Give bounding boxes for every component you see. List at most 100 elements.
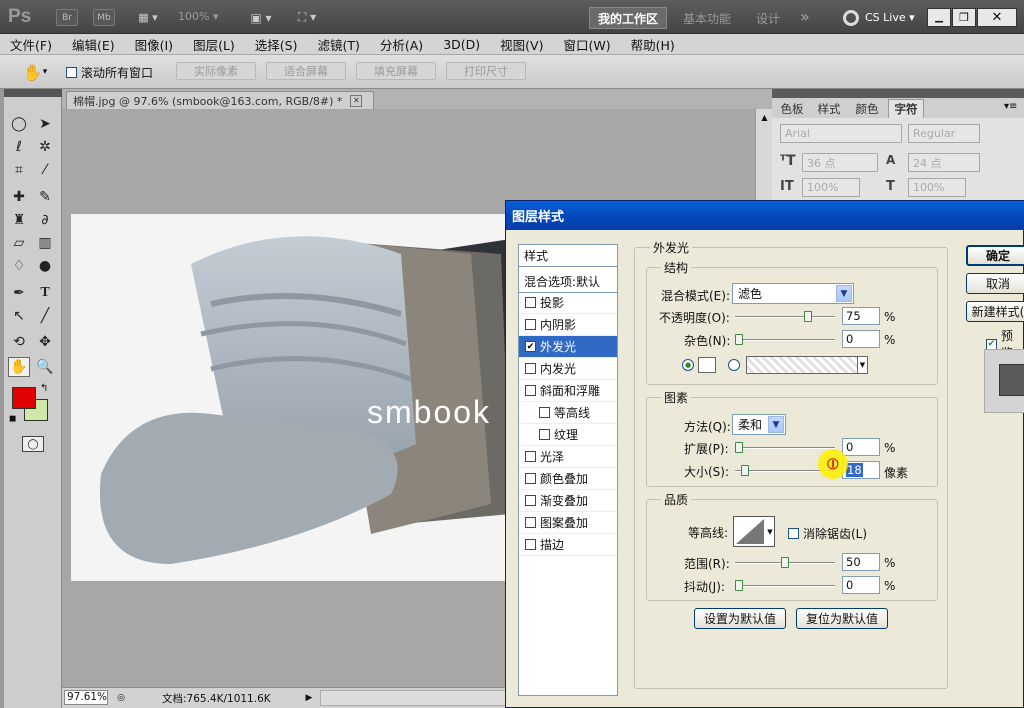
leading-field[interactable]: 24 点 (908, 153, 980, 172)
crop-tool-icon[interactable]: ⌗ (8, 160, 30, 180)
scroll-up-arrow-icon[interactable]: ▲ (756, 109, 773, 126)
blur-tool-icon[interactable]: ♢ (8, 256, 30, 276)
style-item-color-overlay[interactable]: 颜色叠加 (519, 468, 617, 490)
pen-tool-icon[interactable]: ✒ (8, 283, 30, 303)
menu-analysis[interactable]: 分析(A) (370, 35, 433, 54)
menu-image[interactable]: 图像(I) (125, 35, 183, 54)
jitter-slider[interactable] (735, 580, 835, 591)
launch-bridge-button[interactable]: Br (56, 9, 78, 26)
3d-rotate-icon[interactable]: ⟲ (8, 332, 30, 352)
zoom-tool-icon[interactable]: 🔍 (34, 357, 56, 377)
anti-aliased-box[interactable] (788, 528, 799, 539)
document-tab[interactable]: 棉帽.jpg @ 97.6% (smbook@163.com, RGB/8#) … (66, 91, 374, 109)
close-document-icon[interactable]: ✕ (350, 94, 363, 107)
bevel-emboss-checkbox[interactable] (525, 385, 536, 396)
contour-dropdown-icon[interactable]: ▼ (766, 517, 774, 546)
tab-swatches[interactable]: 色板 (776, 99, 808, 118)
fill-screen-button[interactable]: 填充屏幕 (356, 62, 436, 80)
tab-character[interactable]: 字符 (888, 99, 924, 118)
jitter-slider-thumb[interactable] (735, 580, 743, 591)
style-item-satin[interactable]: 光泽 (519, 446, 617, 468)
range-slider-thumb[interactable] (781, 557, 789, 568)
scroll-all-windows-checkbox[interactable]: 滚动所有窗口 (66, 64, 153, 81)
new-style-button[interactable]: 新建样式( (966, 301, 1024, 322)
cslive-button[interactable]: CS Live ▾ (865, 11, 915, 24)
noise-slider[interactable] (735, 334, 835, 345)
menu-edit[interactable]: 编辑(E) (62, 35, 125, 54)
style-item-inner-shadow[interactable]: 内阴影 (519, 314, 617, 336)
font-style-field[interactable]: Regular (908, 124, 980, 143)
texture-checkbox[interactable] (539, 429, 550, 440)
font-family-field[interactable]: Arial (780, 124, 902, 143)
color-overlay-checkbox[interactable] (525, 473, 536, 484)
gradient-dropdown-icon[interactable]: ▼ (857, 357, 867, 373)
vertical-scale-field[interactable]: 100% (802, 178, 860, 197)
menu-window[interactable]: 窗口(W) (553, 35, 620, 54)
marquee-tool-icon[interactable]: ◯ (8, 114, 30, 134)
line-tool-icon[interactable]: ╱ (34, 306, 56, 326)
technique-select[interactable]: 柔和 ▼ (732, 414, 786, 435)
view-extras-icon[interactable]: ▦ ▾ (131, 9, 165, 26)
menu-filter[interactable]: 滤镜(T) (307, 35, 369, 54)
quick-mask-icon[interactable]: ◯ (22, 436, 44, 452)
style-item-outer-glow[interactable]: ✔ 外发光 (519, 336, 617, 358)
anti-aliased-checkbox[interactable]: 消除锯齿(L) (788, 525, 867, 542)
horizontal-scale-field[interactable]: 100% (908, 178, 966, 197)
status-preview-icon[interactable]: ◎ (114, 690, 128, 705)
eraser-tool-icon[interactable]: ▱ (8, 233, 30, 253)
gradient-tool-icon[interactable]: ▥ (34, 233, 56, 253)
swap-colors-icon[interactable]: ↰ (40, 383, 48, 394)
workspace-my-workspace-button[interactable]: 我的工作区 (589, 7, 667, 29)
clone-stamp-icon[interactable]: ♜ (8, 210, 30, 230)
menu-help[interactable]: 帮助(H) (621, 35, 685, 54)
menu-select[interactable]: 选择(S) (245, 35, 308, 54)
horizontal-scrollbar[interactable] (320, 690, 510, 706)
noise-field[interactable]: 0 (842, 330, 880, 348)
inner-shadow-checkbox[interactable] (525, 319, 536, 330)
dodge-tool-icon[interactable]: ● (34, 256, 56, 276)
outer-glow-checkbox[interactable]: ✔ (525, 341, 536, 352)
make-default-button[interactable]: 设置为默认值 (694, 608, 786, 629)
arrange-documents-icon[interactable]: ▣ ▾ (244, 9, 278, 26)
gradient-radio[interactable] (728, 359, 740, 371)
satin-checkbox[interactable] (525, 451, 536, 462)
brush-tool-icon[interactable]: ✎ (34, 187, 56, 207)
restore-button[interactable]: ❐ (952, 8, 976, 27)
workspace-design-button[interactable]: 设计 (756, 10, 780, 27)
preview-box[interactable]: ✔ (986, 338, 997, 350)
zoom-level-dropdown[interactable]: 100% ▾ (178, 10, 230, 26)
cancel-button[interactable]: 取消 (966, 273, 1024, 294)
blend-mode-select[interactable]: 滤色 ▼ (732, 283, 854, 304)
solid-color-radio[interactable]: ● (682, 359, 694, 371)
screen-mode-icon[interactable]: ⛶ ▾ (290, 9, 324, 26)
contour-checkbox[interactable] (539, 407, 550, 418)
style-item-gradient-overlay[interactable]: 渐变叠加 (519, 490, 617, 512)
ok-button[interactable]: 确定 (966, 245, 1024, 266)
spread-slider-thumb[interactable] (735, 442, 743, 453)
size-slider-thumb[interactable] (741, 465, 750, 476)
inner-glow-checkbox[interactable] (525, 363, 536, 374)
gradient-overlay-checkbox[interactable] (525, 495, 536, 506)
styles-header[interactable]: 样式 (519, 245, 617, 267)
range-field[interactable]: 50 (842, 553, 880, 571)
healing-brush-icon[interactable]: ✚ (8, 187, 30, 207)
spread-field[interactable]: 0 (842, 438, 880, 456)
blend-options-item[interactable]: 混合选项:默认 (519, 271, 617, 293)
contour-picker[interactable]: ▼ (733, 516, 775, 547)
fit-screen-button[interactable]: 适合屏幕 (266, 62, 346, 80)
style-item-drop-shadow[interactable]: 投影 (519, 292, 617, 314)
range-slider[interactable] (735, 557, 835, 568)
lasso-tool-icon[interactable]: ℓ (8, 137, 30, 157)
opacity-slider[interactable] (735, 311, 835, 322)
stroke-checkbox[interactable] (525, 539, 536, 550)
style-item-stroke[interactable]: 描边 (519, 534, 617, 556)
drop-shadow-checkbox[interactable] (525, 297, 536, 308)
opacity-slider-thumb[interactable] (804, 311, 812, 322)
style-item-inner-glow[interactable]: 内发光 (519, 358, 617, 380)
opacity-field[interactable]: 75 (842, 307, 880, 325)
3d-orbit-icon[interactable]: ✥ (34, 332, 56, 352)
glow-color-swatch[interactable] (698, 357, 716, 373)
status-menu-arrow-icon[interactable]: ▶ (302, 690, 316, 705)
menu-layer[interactable]: 图层(L) (183, 35, 245, 54)
minimize-button[interactable]: ▁ (927, 8, 951, 27)
